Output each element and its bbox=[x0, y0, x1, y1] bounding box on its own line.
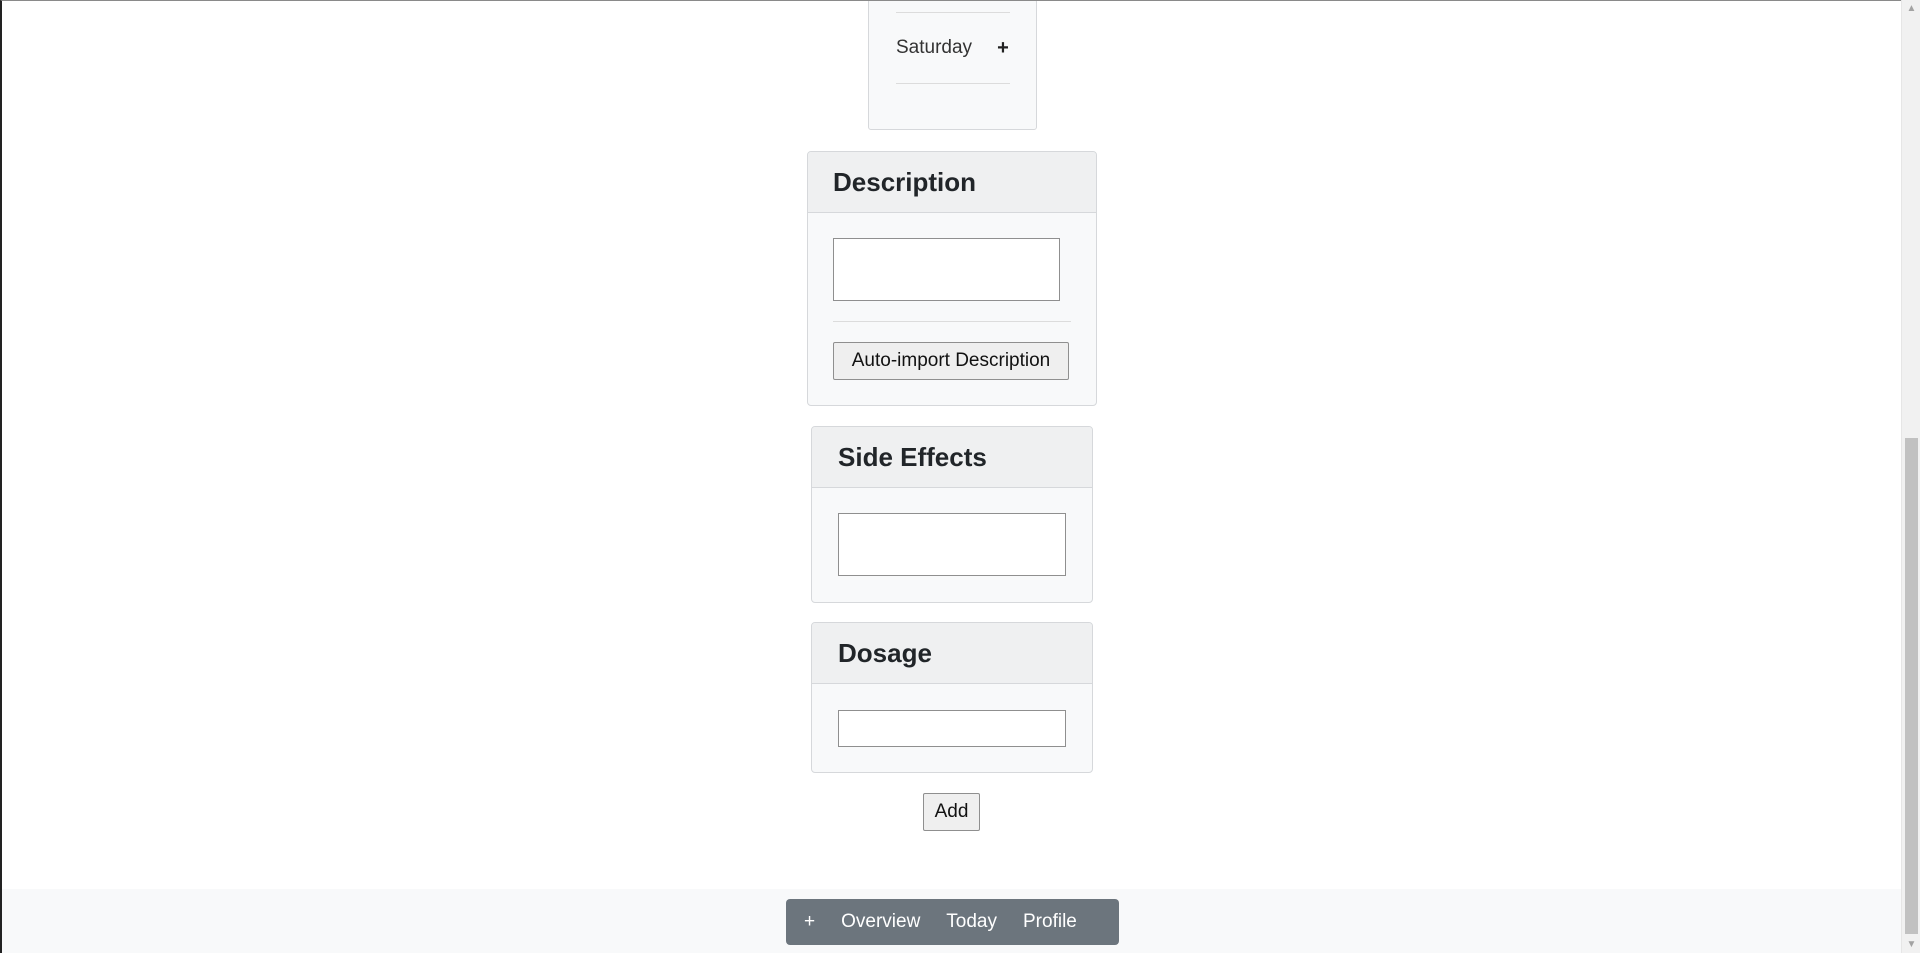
divider bbox=[896, 83, 1010, 84]
side-effects-textarea[interactable] bbox=[838, 513, 1066, 576]
vertical-scrollbar[interactable]: ▲ ▼ bbox=[1901, 0, 1920, 953]
description-textarea[interactable] bbox=[833, 238, 1060, 301]
side-effects-title: Side Effects bbox=[838, 441, 987, 472]
add-day-button[interactable]: + bbox=[994, 37, 1012, 60]
side-effects-header: Side Effects bbox=[812, 427, 1092, 488]
page-viewport: Saturday + Description Auto-import Descr… bbox=[0, 0, 1901, 953]
nav-profile[interactable]: Profile bbox=[1023, 911, 1077, 933]
day-label: Saturday bbox=[896, 37, 973, 58]
description-card: Description Auto-import Description bbox=[807, 151, 1097, 406]
divider bbox=[833, 321, 1071, 322]
add-button[interactable]: Add bbox=[923, 793, 980, 831]
dosage-card: Dosage bbox=[811, 622, 1093, 773]
schedule-days-card: Saturday + bbox=[868, 1, 1037, 130]
day-row-saturday: Saturday + bbox=[896, 36, 1012, 60]
bottom-footer: + Overview Today Profile bbox=[2, 889, 1901, 953]
nav-overview[interactable]: Overview bbox=[841, 911, 920, 933]
dosage-title: Dosage bbox=[838, 637, 932, 668]
nav-today[interactable]: Today bbox=[946, 911, 997, 933]
scrollbar-thumb[interactable] bbox=[1905, 438, 1918, 934]
bottom-navbar: + Overview Today Profile bbox=[786, 899, 1119, 945]
description-title: Description bbox=[833, 166, 977, 197]
divider bbox=[896, 12, 1010, 13]
dosage-header: Dosage bbox=[812, 623, 1092, 684]
scroll-down-arrow-icon[interactable]: ▼ bbox=[1902, 936, 1920, 953]
nav-add-button[interactable]: + bbox=[804, 911, 815, 933]
description-header: Description bbox=[808, 152, 1096, 213]
scroll-up-arrow-icon[interactable]: ▲ bbox=[1902, 0, 1920, 17]
dosage-input[interactable] bbox=[838, 710, 1066, 747]
auto-import-description-button[interactable]: Auto-import Description bbox=[833, 342, 1069, 380]
side-effects-card: Side Effects bbox=[811, 426, 1093, 603]
